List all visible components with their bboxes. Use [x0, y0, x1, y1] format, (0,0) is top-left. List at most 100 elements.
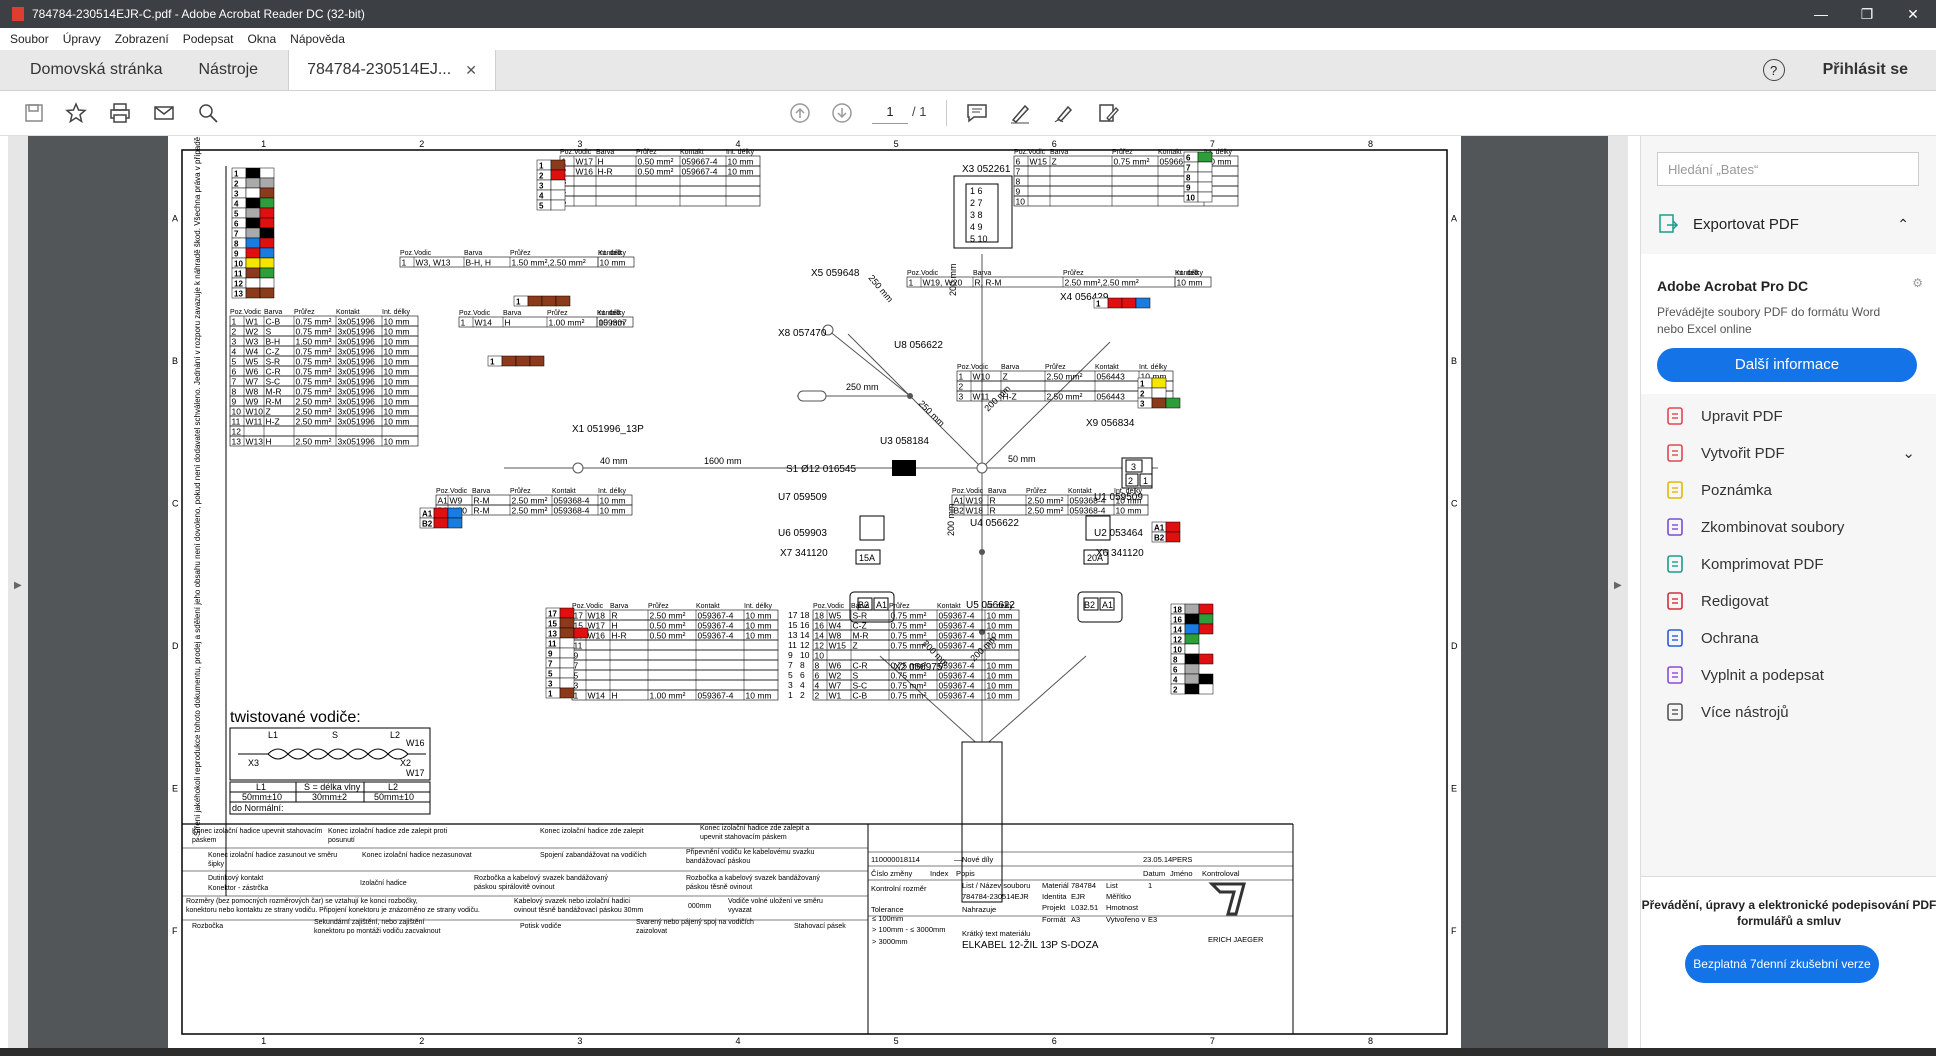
table-cell: 3x051996: [338, 397, 376, 407]
table-cell: 9: [232, 397, 237, 407]
label-x6: X6 341120: [1096, 548, 1144, 559]
search-icon[interactable]: [196, 101, 220, 125]
table-cell: 17: [574, 611, 584, 621]
title-block-text: Hmotnost: [1106, 903, 1139, 912]
tool-redact[interactable]: Redigovat: [1665, 587, 1925, 615]
tool-label: Poznámka: [1701, 481, 1772, 499]
right-panel-toggle[interactable]: ▶: [1608, 136, 1628, 1048]
table-cell: 7: [1016, 167, 1021, 177]
tool-comment[interactable]: Poznámka: [1665, 476, 1925, 504]
swatch-color: [245, 217, 261, 229]
tool-create-pdf[interactable]: Vytvořit PDF ⌄: [1665, 439, 1925, 467]
menu-soubor[interactable]: Soubor: [10, 32, 49, 46]
x7-swatch: A1B2: [419, 507, 463, 529]
highlight-pen-icon[interactable]: [1008, 101, 1032, 125]
table-cell: 059367-4: [698, 691, 734, 701]
table-cell: 3: [232, 337, 237, 347]
table-cell: C-R: [266, 367, 281, 377]
swatch-number: 2: [1140, 390, 1145, 399]
table-cell: W11: [973, 392, 990, 402]
legend-text: Dutinkový kontakt: [208, 875, 263, 882]
table-cell: 059368-4: [554, 496, 590, 506]
menu-zobrazeni[interactable]: Zobrazení: [115, 32, 169, 46]
menu-podepsat[interactable]: Podepsat: [183, 32, 234, 46]
column-marker: 8: [1368, 139, 1373, 149]
free-trial-button[interactable]: Bezplatná 7denní zkušební verze: [1685, 945, 1879, 983]
swatch-number: 8: [234, 240, 239, 249]
table-cell: 10 mm: [728, 167, 754, 177]
table-cell: 10 mm: [728, 157, 754, 167]
legend-text: Spojení zabandážovat na vodičích: [540, 852, 647, 859]
table-header: Kontakt: [937, 603, 961, 610]
wiring-drawing: 1122334455667788 A AB BC CD DE EF F Šíření jak…: [172, 0, 1458, 1046]
tool-compress[interactable]: Komprimovat PDF: [1665, 550, 1925, 578]
x2-pin: 2: [800, 690, 805, 700]
swatch-number: 3: [539, 182, 544, 191]
menu-okna[interactable]: Okna: [247, 32, 276, 46]
close-window-icon[interactable]: ✕: [1890, 6, 1936, 23]
tool-protect[interactable]: Ochrana: [1665, 624, 1925, 652]
table-cell: 1: [909, 278, 914, 288]
table-cell: 10 mm: [384, 437, 410, 447]
table-header: Poz.Vodic: [952, 488, 984, 495]
page-up-icon[interactable]: [788, 101, 812, 125]
swatch-number: 12: [234, 280, 243, 289]
comment-icon[interactable]: [965, 101, 989, 125]
tool-edit-pdf[interactable]: Upravit PDF: [1665, 402, 1925, 430]
swatch-color: [550, 179, 566, 191]
page-down-icon[interactable]: [830, 101, 854, 125]
twist-w16-label: W16: [406, 738, 425, 748]
twist-value-l2: 50mm±10: [374, 792, 414, 802]
swatch-number: 2: [539, 172, 544, 181]
twist-x2-label: X2: [400, 758, 411, 768]
promo-settings-icon[interactable]: ⚙: [1912, 276, 1923, 290]
row-marker: C: [1451, 498, 1458, 508]
tool-more-tools[interactable]: Více nástrojů: [1665, 698, 1925, 726]
table-cell: 059368-4: [1070, 496, 1106, 506]
table-cell: 10 mm: [1116, 506, 1142, 516]
left-panel-toggle[interactable]: ▶: [8, 136, 28, 1048]
bates-search-input[interactable]: Hledání „Bates“: [1657, 152, 1919, 186]
table-header: Int. délky: [1139, 364, 1168, 371]
print-icon[interactable]: [108, 101, 132, 125]
tool-fill-sign[interactable]: Vyplnit a podepsat: [1665, 661, 1925, 689]
relay-u7: [859, 515, 885, 541]
tab-tools[interactable]: Nástroje: [181, 50, 289, 90]
table-cell: H-Z: [1003, 392, 1017, 402]
chevron-down-icon[interactable]: ⌄: [1902, 444, 1915, 462]
chevron-up-icon[interactable]: ⌃: [1897, 216, 1909, 233]
sign-in-button[interactable]: Přihlásit se: [1823, 61, 1908, 79]
label-u7: U7 059509: [778, 492, 827, 503]
table-cell: H-R: [598, 167, 613, 177]
email-icon[interactable]: [152, 101, 176, 125]
page-number-input[interactable]: 1: [872, 101, 908, 124]
export-pdf-button[interactable]: Exportovat PDF ⌃: [1657, 208, 1919, 240]
close-tab-icon[interactable]: ✕: [465, 62, 477, 79]
swatch-number: 3: [548, 680, 553, 689]
table-row: [559, 175, 761, 187]
menu-upravy[interactable]: Úpravy: [63, 32, 101, 46]
table-cell: C-B: [853, 691, 868, 701]
minimize-icon[interactable]: —: [1798, 6, 1844, 22]
swatch-color: [1197, 151, 1213, 163]
swatch-color: [1184, 653, 1200, 665]
swatch-color: [245, 237, 261, 249]
tab-document[interactable]: 784784-230514EJ... ✕: [288, 50, 496, 90]
table-cell: 10 mm: [987, 641, 1013, 651]
table-cell: 1: [232, 317, 237, 327]
menu-napoveda[interactable]: Nápověda: [290, 32, 345, 46]
sign-pen-icon[interactable]: [1052, 101, 1076, 125]
fill-sign-icon[interactable]: [1096, 101, 1120, 125]
swatch-number: 1: [516, 298, 521, 307]
bookmark-star-icon[interactable]: [64, 101, 88, 125]
restore-icon[interactable]: ❐: [1844, 6, 1890, 23]
tool-combine[interactable]: Zkombinovat soubory: [1665, 513, 1925, 541]
title-block-text: 1: [1148, 881, 1152, 890]
x9-pin-3: 3: [1131, 462, 1136, 472]
more-info-button[interactable]: Další informace: [1657, 348, 1917, 382]
table-row: [559, 195, 761, 207]
save-icon[interactable]: [22, 101, 46, 125]
tab-home[interactable]: Domovská stránka: [0, 50, 181, 90]
table-cell: H-R: [612, 631, 627, 641]
help-icon[interactable]: ?: [1762, 59, 1785, 81]
